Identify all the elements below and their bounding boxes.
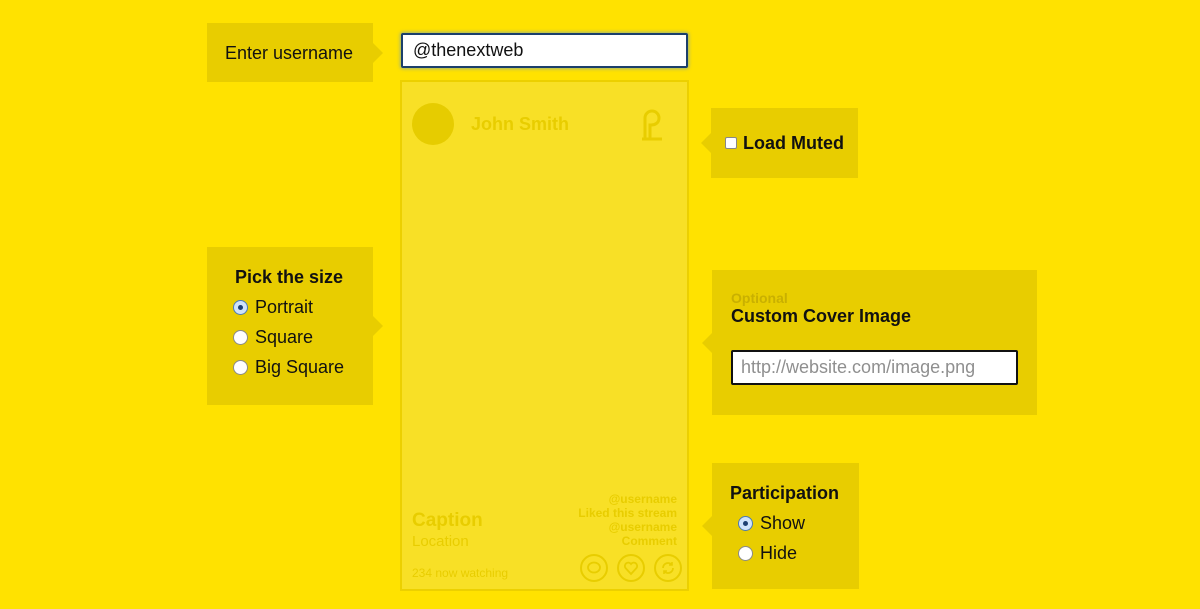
preview-caption: Caption (412, 510, 483, 531)
radio-selected[interactable] (233, 300, 248, 315)
feed-line: @username (608, 492, 677, 506)
radio[interactable] (233, 360, 248, 375)
feed-line: Liked this stream (578, 506, 677, 520)
radio[interactable] (233, 330, 248, 345)
size-option-label: Big Square (255, 357, 345, 377)
feed-line: @username (608, 520, 677, 534)
participation-panel: Participation Show Hide (702, 463, 859, 589)
radio-selected[interactable] (738, 516, 753, 531)
size-option-label: Square (255, 327, 314, 347)
username-input[interactable] (401, 33, 688, 68)
cover-image-url-input[interactable] (731, 350, 1018, 385)
participation-option-label: Hide (760, 543, 798, 563)
preview-location: Location (412, 533, 469, 550)
size-option-big-square[interactable]: Big Square (233, 357, 344, 378)
periscope-logo-icon (639, 108, 665, 142)
size-option-portrait[interactable]: Portrait (233, 297, 313, 318)
radio[interactable] (738, 546, 753, 561)
participation-title: Participation (730, 483, 840, 503)
cover-image-panel: Optional Custom Cover Image (702, 270, 1037, 415)
cover-image-title: Custom Cover Image (731, 306, 912, 326)
username-panel: Enter username (207, 23, 383, 82)
broadcast-preview: John Smith @username Liked this stream @… (400, 80, 689, 591)
preview-feed: @username Liked this stream @username Co… (578, 492, 677, 548)
load-muted-panel: Load Muted (701, 108, 858, 178)
size-title: Pick the size (235, 267, 344, 287)
size-option-square[interactable]: Square (233, 327, 313, 348)
chat-icon (580, 554, 608, 582)
size-option-label: Portrait (255, 297, 314, 317)
optional-label: Optional (731, 290, 788, 306)
feed-line: Comment (621, 534, 677, 548)
avatar (412, 103, 454, 145)
load-muted-checkbox[interactable] (725, 137, 737, 149)
username-label: Enter username (225, 43, 354, 63)
preview-watching-count: 234 now watching (412, 566, 509, 580)
heart-icon (617, 554, 645, 582)
load-muted-label[interactable]: Load Muted (743, 133, 844, 154)
participation-option-label: Show (760, 513, 806, 533)
size-panel: Pick the size Portrait Square Big Square (207, 247, 383, 405)
share-icon (654, 554, 682, 582)
participation-option-show[interactable]: Show (738, 513, 805, 534)
participation-option-hide[interactable]: Hide (738, 543, 797, 564)
preview-user-name: John Smith (471, 114, 569, 134)
